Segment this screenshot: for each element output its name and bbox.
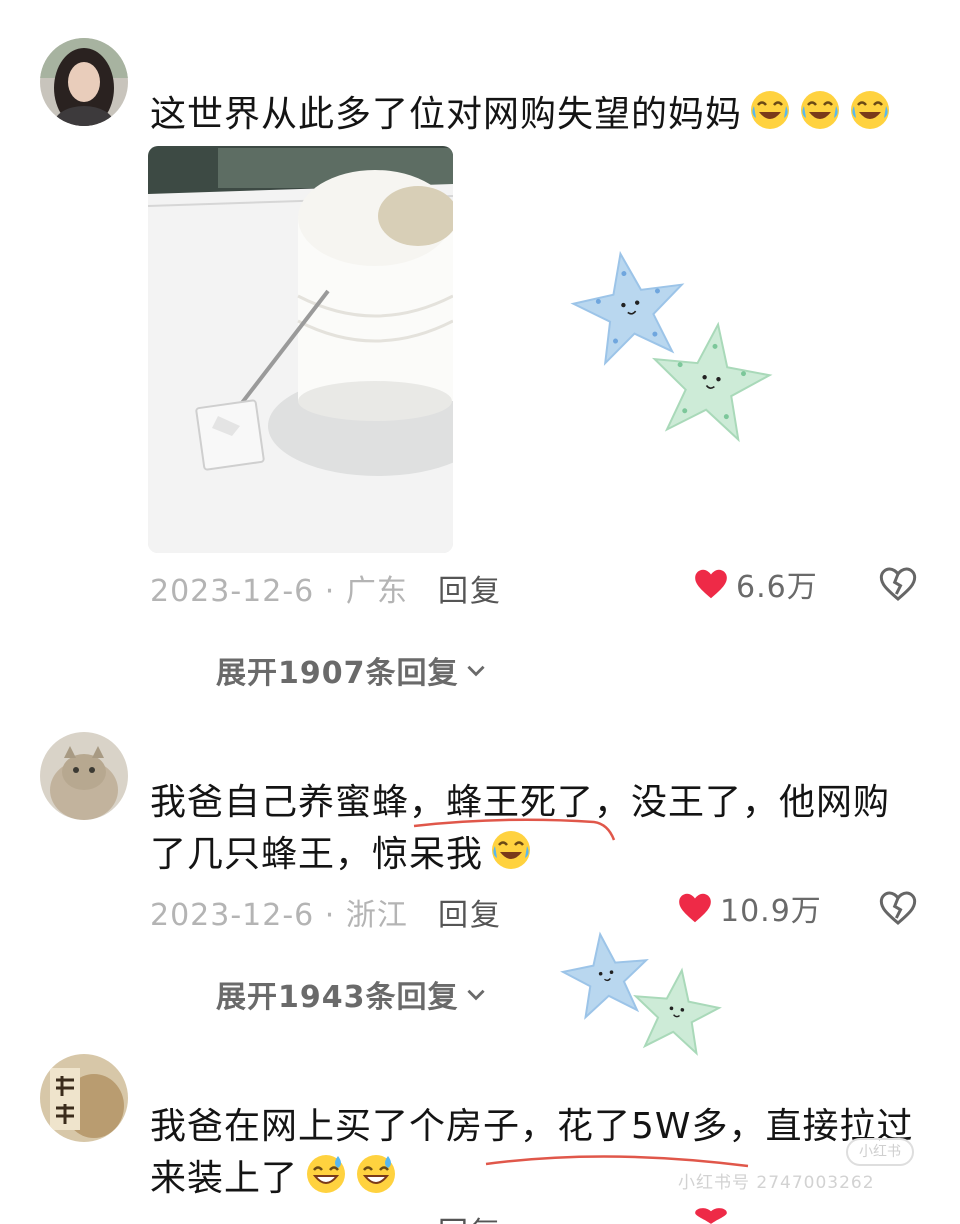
user-avatar[interactable] [40, 1054, 128, 1142]
heart-icon [695, 569, 727, 599]
dislike-icon[interactable] [878, 888, 918, 928]
comment-date-location: 2023-12-6 · 广东 [150, 574, 408, 609]
expand-replies-button[interactable]: 展开1907条回复 [216, 648, 489, 692]
starfish-sticker-1 [570, 250, 773, 443]
chevron-down-icon [466, 665, 485, 677]
comment-date-location: 2023-12-6 · 浙江 [150, 898, 408, 933]
comment-text-line-1: 我爸在网上买了个房子，花了5W多，直接拉过 [150, 1106, 914, 1147]
like-count: 10.9万 [720, 894, 822, 929]
like-count: 6.6万 [736, 570, 818, 605]
expand-replies-label: 展开1907条回复 [216, 656, 459, 691]
reply-button[interactable]: 回复 [438, 1208, 502, 1224]
reply-button[interactable]: 回复 [438, 566, 502, 610]
like-button[interactable]: 6.6万 [692, 562, 818, 606]
watermark-text: 小红书号 2747003262 [678, 1173, 875, 1193]
watermark-logo: 小红书 [846, 1138, 914, 1166]
comment-text: 这世界从此多了位对网购失望的妈妈 [150, 88, 930, 140]
comment-text-content: 这世界从此多了位对网购失望的妈妈 [150, 94, 743, 135]
heart-icon [679, 893, 711, 923]
sweat-smile-emoji-icon [307, 1155, 346, 1193]
reply-button[interactable]: 回复 [438, 890, 502, 934]
comment-text-line-2-content: 来装上了 [150, 1158, 299, 1199]
chevron-down-icon [466, 989, 485, 1001]
expand-replies-button[interactable]: 展开1943条回复 [216, 972, 489, 1016]
starfish-sticker-2 [560, 931, 722, 1056]
laugh-cry-emoji-icon [801, 91, 840, 129]
handwritten-underline [413, 818, 616, 841]
dislike-icon[interactable] [878, 564, 918, 604]
laugh-cry-emoji-icon [751, 91, 790, 129]
user-avatar[interactable] [40, 38, 128, 126]
expand-replies-label: 展开1943条回复 [216, 980, 459, 1015]
comment-photo[interactable] [148, 146, 453, 553]
sweat-smile-emoji-icon [357, 1155, 396, 1193]
like-button[interactable]: 10.9万 [676, 886, 822, 930]
heart-icon[interactable] [692, 1208, 730, 1224]
laugh-cry-emoji-icon [851, 91, 890, 129]
user-avatar[interactable] [40, 732, 128, 820]
